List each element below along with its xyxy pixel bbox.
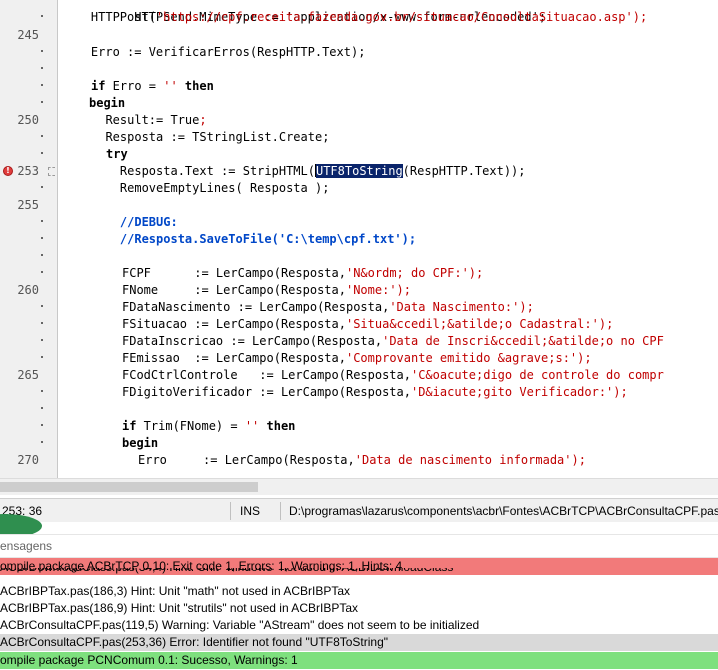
gutter-line xyxy=(0,265,57,282)
line-number-gutter[interactable]: 245 250 ! 253 255 260 265 270 xyxy=(0,0,58,478)
gutter-line xyxy=(0,418,57,435)
code-line-current: Resposta.Text := StripHTML(UTF8ToString(… xyxy=(91,164,526,178)
gutter-line-245: 245 xyxy=(0,27,57,44)
code-line: FCPF := LerCampo(Resposta,'N&ordm; do CP… xyxy=(122,266,484,280)
gutter-line xyxy=(0,231,57,248)
gutter-line xyxy=(0,333,57,350)
code-line: Erro := LerCampo(Resposta,'Data de nasci… xyxy=(138,453,586,467)
message-hint[interactable]: ACBrIBPTax.pas(186,3) Hint: Unit "math" … xyxy=(0,583,718,600)
code-line: FCodCtrlControle := LerCampo(Resposta,'C… xyxy=(122,368,664,382)
line-number: 265 xyxy=(17,368,39,382)
fold-marker-icon[interactable] xyxy=(48,167,55,176)
code-line: HTTPPost('https://cpf.receita.fazenda.go… xyxy=(62,10,648,24)
code-line: if Trim(FNome) = '' then xyxy=(122,419,296,433)
gutter-line xyxy=(0,61,57,78)
messages-header: ensagens xyxy=(0,534,718,558)
code-line: Resposta := TStringList.Create; xyxy=(91,130,330,144)
gutter-line xyxy=(0,401,57,418)
scrollbar-thumb[interactable] xyxy=(0,482,258,492)
code-line: HTTPSend.MimeType := 'application/x-www-… xyxy=(105,10,547,24)
code-area[interactable]: HTTPSend.MimeType := 'application/x-www-… xyxy=(62,0,718,478)
gutter-line xyxy=(0,384,57,401)
line-number: 270 xyxy=(17,453,39,467)
code-line: Erro := VerificarErros(RespHTTP.Text); xyxy=(62,45,366,59)
line-number: 250 xyxy=(17,113,39,127)
gutter-line-260: 260 xyxy=(0,282,57,299)
gutter-line-253: ! 253 xyxy=(0,163,57,180)
insert-mode: INS xyxy=(240,504,261,518)
message-warning[interactable]: ACBrConsultaCPF.pas(119,5) Warning: Vari… xyxy=(0,617,718,634)
gutter-line xyxy=(0,316,57,333)
gutter-line xyxy=(0,350,57,367)
line-number: 253 xyxy=(17,164,39,178)
gutter-line-250: 250 xyxy=(0,112,57,129)
code-line: try xyxy=(106,147,128,161)
gutter-line xyxy=(0,95,57,112)
code-line: FDigitoVerificador := LerCampo(Resposta,… xyxy=(122,385,628,399)
code-line: //Resposta.SaveToFile('C:\temp\cpf.txt')… xyxy=(91,232,417,246)
status-bar: 253: 36 INS D:\programas\lazarus\compone… xyxy=(0,498,718,523)
line-number: 245 xyxy=(17,28,39,42)
code-line: FDataInscricao := LerCampo(Resposta,'Dat… xyxy=(122,334,664,348)
message-hint[interactable]: ACBrDownloadClass.pas(34,4) Hint: Unit "… xyxy=(0,568,718,580)
gutter-line xyxy=(0,435,57,452)
gutter-line xyxy=(0,78,57,95)
code-line: FNome := LerCampo(Resposta,'Nome:'); xyxy=(122,283,411,297)
code-line: Result:= True; xyxy=(91,113,207,127)
code-line: //DEBUG: xyxy=(91,215,178,229)
code-line: begin xyxy=(89,96,126,110)
code-line: RemoveEmptyLines( Resposta ); xyxy=(91,181,330,195)
messages-title: ensagens xyxy=(0,539,53,553)
messages-panel[interactable]: ensagens ompile package ACBrTCP 0.10: Ex… xyxy=(0,514,718,670)
gutter-line-265: 265 xyxy=(0,367,57,384)
gutter-line xyxy=(0,248,57,265)
gutter-line xyxy=(0,9,57,26)
line-number: 255 xyxy=(17,198,39,212)
source-editor[interactable]: 245 250 ! 253 255 260 265 270 HTTPSend.M… xyxy=(0,0,718,478)
file-path: D:\programas\lazarus\components\acbr\Fon… xyxy=(289,504,718,518)
gutter-line xyxy=(0,146,57,163)
gutter-line xyxy=(0,0,57,7)
message-hint[interactable]: ACBrIBPTax.pas(186,9) Hint: Unit "struti… xyxy=(0,600,718,617)
gutter-line xyxy=(0,214,57,231)
gutter-line xyxy=(0,129,57,146)
code-line: if Erro = '' then xyxy=(91,79,214,93)
error-marker-icon[interactable]: ! xyxy=(3,166,13,176)
line-number: 260 xyxy=(17,283,39,297)
horizontal-scrollbar[interactable] xyxy=(0,478,718,495)
gutter-line xyxy=(0,299,57,316)
code-line: begin xyxy=(122,436,159,450)
message-compile-success[interactable]: ompile package PCNComum 0.1: Sucesso, Wa… xyxy=(0,652,718,669)
code-line: FSituacao := LerCampo(Resposta,'Situa&cc… xyxy=(122,317,614,331)
code-line: FDataNascimento := LerCampo(Resposta,'Da… xyxy=(122,300,534,314)
gutter-line-270: 270 xyxy=(0,452,57,469)
gutter-line-255: 255 xyxy=(0,197,57,214)
selected-text[interactable]: UTF8ToString xyxy=(315,164,403,178)
message-error-selected[interactable]: ACBrConsultaCPF.pas(253,36) Error: Ident… xyxy=(0,634,718,651)
gutter-line xyxy=(0,180,57,197)
code-line: FEmissao := LerCampo(Resposta,'Comprovan… xyxy=(122,351,592,365)
gutter-line xyxy=(0,44,57,61)
